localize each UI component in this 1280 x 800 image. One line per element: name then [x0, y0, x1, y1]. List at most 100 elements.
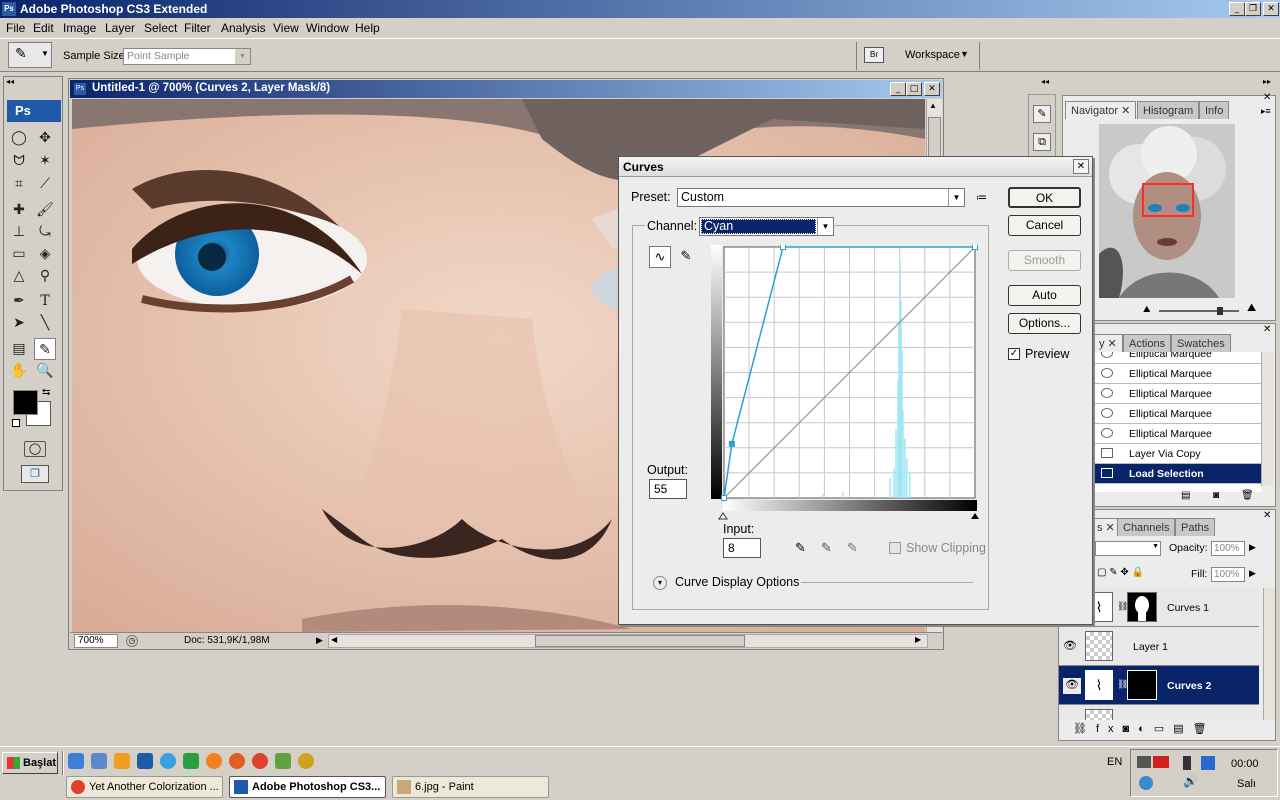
brush-tool-icon[interactable]: 🖌 [34, 199, 56, 221]
move-tool-icon[interactable]: ✥ [34, 127, 56, 149]
list-item[interactable]: Elliptical Marquee [1095, 364, 1261, 384]
type-tool-icon[interactable]: T [34, 290, 56, 312]
restore-icon[interactable]: ❐ [1245, 2, 1261, 16]
zoom-out-icon[interactable]: ⛰ [1143, 304, 1151, 315]
clock-time[interactable]: 00:00 [1231, 758, 1259, 770]
slider-thumb[interactable] [1217, 307, 1223, 315]
internet-explorer-icon[interactable] [68, 753, 84, 769]
scroll-up-icon[interactable]: ▲ [929, 101, 937, 110]
scroll-right-icon[interactable]: ▶ [915, 635, 921, 644]
menu-window[interactable]: Window [306, 21, 349, 35]
black-eyedropper-icon[interactable]: ✎ [795, 540, 806, 556]
utility-icon[interactable] [183, 753, 199, 769]
preset-options-icon[interactable]: ≔ [976, 191, 987, 204]
eyedropper-tool-preset[interactable]: ✎ ▼ [8, 42, 52, 68]
panel-collapse-icon[interactable]: ◂◂ [6, 77, 14, 86]
language-indicator[interactable]: EN [1107, 756, 1122, 768]
dock-expand-icon[interactable]: ▸▸ [1263, 77, 1271, 86]
list-item[interactable]: Elliptical Marquee [1095, 424, 1261, 444]
curve-pencil-icon[interactable]: ✎ [675, 246, 697, 268]
brushes-icon[interactable]: ✎ [1033, 105, 1051, 123]
connection-icon[interactable] [1201, 756, 1215, 770]
notes-tool-icon[interactable]: ▤ [8, 338, 30, 360]
network-icon[interactable] [1137, 756, 1151, 768]
menu-select[interactable]: Select [144, 21, 177, 35]
tab-paths[interactable]: Paths [1175, 518, 1216, 536]
scroll-left-icon[interactable]: ◀ [331, 635, 337, 644]
curve-point-mode-icon[interactable]: ∿ [649, 246, 671, 268]
sample-size-select[interactable]: Point Sample ▼ [123, 48, 251, 65]
screen-mode-icon[interactable]: ❐ [21, 465, 49, 483]
menu-analysis[interactable]: Analysis [221, 21, 266, 35]
white-point-slider[interactable] [971, 513, 979, 519]
list-item[interactable]: Elliptical Marquee [1095, 352, 1261, 364]
default-colors-icon[interactable] [12, 419, 20, 427]
panel-close-icon[interactable]: ✕ [1263, 510, 1271, 521]
status-arrow-icon[interactable]: ▶ [316, 635, 323, 646]
tab-actions[interactable]: Actions [1123, 334, 1172, 352]
panel-close-icon[interactable]: ✕ [1263, 92, 1271, 103]
game-app-icon[interactable] [298, 753, 314, 769]
tab-info[interactable]: Info [1199, 101, 1230, 119]
minimize-icon[interactable]: _ [890, 82, 906, 96]
hand-tool-icon[interactable]: ✋ [8, 360, 30, 382]
menu-file[interactable]: File [6, 21, 25, 35]
list-item[interactable]: Layer Via Copy [1095, 444, 1261, 464]
new-document-icon[interactable]: ▤ [1181, 490, 1190, 501]
visibility-eye-icon[interactable]: 👁 [1063, 639, 1077, 652]
dodge-tool-icon[interactable]: ⚲ [34, 265, 56, 287]
quick-mask-icon[interactable]: ◯ [24, 441, 46, 457]
expand-toggle-icon[interactable]: ▾ [653, 576, 667, 590]
clock-app-icon[interactable] [160, 753, 176, 769]
volume-icon[interactable]: 🔊 [1183, 774, 1198, 788]
tab-histogram[interactable]: Histogram [1137, 101, 1200, 119]
list-item-selected[interactable]: Load Selection [1095, 464, 1261, 484]
taskbar-item[interactable]: Yet Another Colorization ... [66, 776, 223, 798]
output-field[interactable]: 55 [649, 479, 687, 499]
slice-tool-icon[interactable]: ⟋ [34, 173, 56, 195]
menu-edit[interactable]: Edit [33, 21, 54, 35]
dock-collapse-icon[interactable]: ◂◂ [1041, 77, 1049, 86]
lock-icons[interactable]: ▢ ✎ ✥ 🔒 [1097, 567, 1144, 578]
opacity-arrow-icon[interactable]: ▶ [1249, 542, 1256, 553]
chevron-down-icon[interactable]: ▼ [960, 49, 969, 59]
curve-control-point[interactable] [721, 495, 727, 501]
healing-brush-icon[interactable]: ✚ [8, 199, 30, 221]
status-menu-icon[interactable]: ◷ [126, 635, 138, 647]
tree-app-icon[interactable] [275, 753, 291, 769]
layers-scrollbar[interactable] [1263, 588, 1275, 720]
navigator-thumbnail[interactable] [1099, 124, 1235, 298]
trash-icon[interactable]: 🗑 [1241, 490, 1254, 501]
history-brush-icon[interactable]: ⤿ [34, 221, 56, 243]
desktop-icon[interactable] [91, 753, 107, 769]
new-snapshot-icon[interactable]: ◙ [1213, 490, 1219, 501]
list-item[interactable]: Elliptical Marquee [1095, 384, 1261, 404]
workspace-button[interactable]: Workspace [905, 49, 960, 61]
firefox-icon[interactable] [229, 753, 245, 769]
zoom-tool-icon[interactable]: 🔍 [34, 360, 56, 382]
close-icon[interactable]: ✕ [924, 82, 940, 96]
users-icon[interactable] [1139, 776, 1153, 790]
menu-help[interactable]: Help [355, 21, 380, 35]
tab-history[interactable]: y ✕ [1093, 334, 1123, 352]
curve-control-point[interactable] [780, 245, 787, 250]
preset-select[interactable]: Custom ▼ [677, 188, 965, 207]
white-eyedropper-icon[interactable]: ✎ [847, 540, 858, 556]
panel-menu-icon[interactable]: ▸≡ [1261, 106, 1271, 117]
auto-button[interactable]: Auto [1008, 285, 1081, 306]
clone-source-icon[interactable]: ⧉ [1033, 133, 1051, 151]
swap-colors-icon[interactable]: ⇆ [42, 387, 50, 398]
tab-navigator[interactable]: Navigator ✕ [1065, 101, 1137, 119]
layer-mask-thumbnail[interactable] [1127, 670, 1157, 700]
marquee-tool-icon[interactable]: ◯ [8, 127, 30, 149]
layer-mask-thumbnail[interactable] [1127, 592, 1157, 622]
fill-arrow-icon[interactable]: ▶ [1249, 568, 1256, 579]
menu-view[interactable]: View [273, 21, 299, 35]
menu-layer[interactable]: Layer [105, 21, 135, 35]
fill-field[interactable]: 100% [1211, 567, 1245, 582]
menu-filter[interactable]: Filter [184, 21, 211, 35]
layers-footer-icons[interactable]: ⛓fx◙◐▭▤🗑 [1073, 722, 1216, 735]
crop-tool-icon[interactable]: ⌗ [8, 173, 30, 195]
ok-button[interactable]: OK [1008, 187, 1081, 208]
curve-display-options-label[interactable]: Curve Display Options [675, 575, 799, 589]
